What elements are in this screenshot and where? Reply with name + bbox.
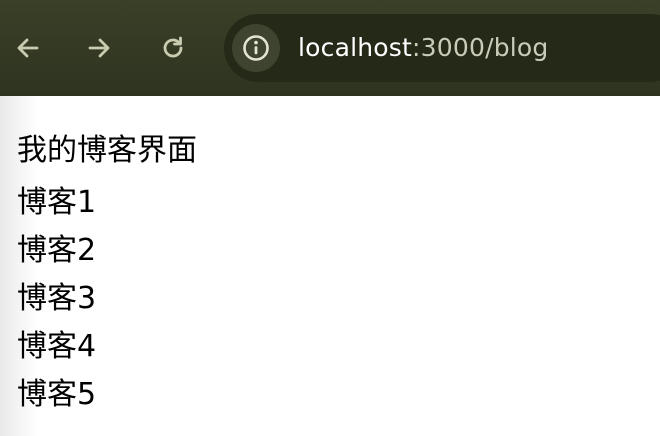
url-text[interactable]: localhost:3000/blog	[298, 32, 548, 64]
browser-toolbar: localhost:3000/blog	[0, 0, 660, 96]
blog-list-item[interactable]: 博客1	[17, 179, 96, 227]
url-path: :3000/blog	[412, 33, 549, 62]
blog-list-item[interactable]: 博客2	[17, 227, 96, 275]
reload-button[interactable]	[155, 30, 191, 66]
page-content: 我的博客界面 博客1 博客2 博客3 博客4 博客5	[0, 96, 660, 436]
reload-icon	[163, 36, 183, 58]
url-host: localhost	[298, 33, 413, 62]
info-icon	[243, 35, 269, 61]
arrow-left-icon	[17, 38, 39, 58]
page-title: 我的博客界面	[17, 133, 197, 168]
site-info-button[interactable]	[232, 24, 280, 72]
blog-list-item[interactable]: 博客5	[17, 371, 96, 419]
address-bar[interactable]: localhost:3000/blog	[224, 14, 660, 82]
blog-list-item[interactable]: 博客3	[17, 275, 96, 323]
forward-button[interactable]	[81, 30, 117, 66]
blog-list: 博客1 博客2 博客3 博客4 博客5	[17, 179, 96, 419]
blog-list-item[interactable]: 博客4	[17, 323, 96, 371]
arrow-right-icon	[88, 38, 110, 58]
back-button[interactable]	[10, 30, 46, 66]
